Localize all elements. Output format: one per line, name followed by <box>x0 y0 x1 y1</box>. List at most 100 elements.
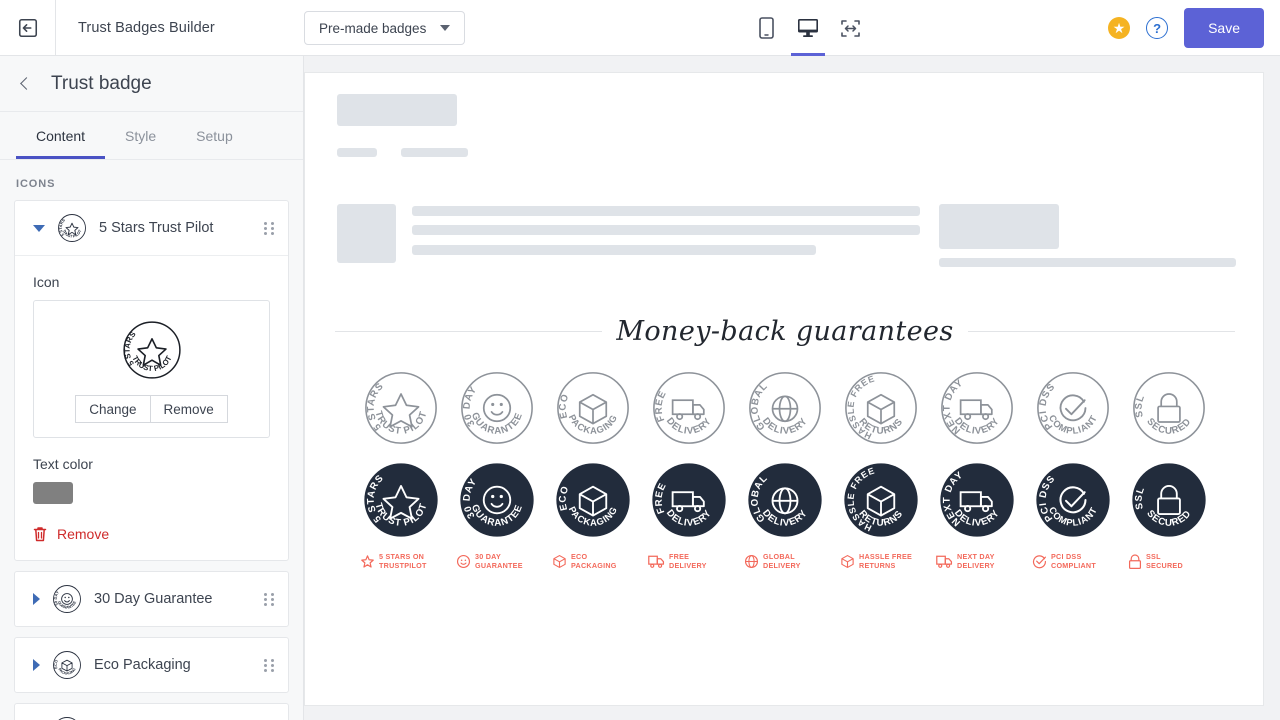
device-fullscreen-button[interactable] <box>836 0 864 56</box>
premade-badges-dropdown[interactable]: Pre-made badges <box>304 11 466 45</box>
sidebar-item-5-stars-trust-pilot[interactable]: 5 STARS TRUST PILOT 5 Stars Trust Pilot <box>15 201 288 255</box>
device-preview-switcher <box>752 0 864 56</box>
tab-style[interactable]: Style <box>105 112 176 159</box>
badge-check-outline[interactable]: PCI DSS COMPLIANT <box>1032 369 1114 447</box>
chevron-right-icon[interactable] <box>33 593 40 605</box>
drag-handle-icon[interactable] <box>264 221 274 235</box>
remove-icon-button[interactable]: Remove <box>149 395 228 423</box>
svg-text:COMPLIANT: COMPLIANT <box>1047 413 1099 436</box>
app-title: Trust Badges Builder <box>78 19 215 36</box>
inline-badge-text: 5 STARS ON TRUSTPILOT <box>379 552 427 570</box>
badge-box-solid[interactable]: HASSLE FREE RETURNS <box>840 461 922 539</box>
sidebar-item-partial[interactable] <box>15 704 288 720</box>
badge-smiley-outline[interactable]: 30 DAY GUARANTEE <box>456 369 538 447</box>
skeleton-block <box>939 204 1059 249</box>
badge-lock-outline[interactable]: SSL SECURED <box>1128 369 1210 447</box>
skeleton-block <box>337 204 396 263</box>
list-item: 30 DAY GUARANTEE 30 Day Guarantee <box>14 571 289 627</box>
sidebar-item-30-day-guarantee[interactable]: 30 DAY GUARANTEE 30 Day Guarantee <box>15 572 288 626</box>
inline-badge-truck2[interactable]: NEXT DAY DELIVERY <box>936 552 1018 571</box>
inline-badge-lock[interactable]: SSL SECURED <box>1128 552 1210 571</box>
cube-badge-icon: ECO PACKAGING <box>53 651 81 679</box>
drag-handle-icon[interactable] <box>264 592 274 606</box>
inline-badge-truck[interactable]: FREE DELIVERY <box>648 552 730 571</box>
skeleton-line <box>412 225 920 235</box>
tab-setup[interactable]: Setup <box>176 112 253 159</box>
device-mobile-button[interactable] <box>752 0 780 56</box>
change-icon-button[interactable]: Change <box>75 395 150 423</box>
sidebar-tabs: Content Style Setup <box>0 112 303 160</box>
badge-globe-outline[interactable]: GLOBAL DELIVERY <box>744 369 826 447</box>
preview-canvas: Money-back guarantees 5 STARS TRUST PILO… <box>304 72 1264 706</box>
back-arrow-icon <box>18 18 37 37</box>
guarantee-title: Money-back guarantees <box>616 316 954 347</box>
inline-badge-stars[interactable]: 5 STARS ON TRUSTPILOT <box>360 552 442 571</box>
badge-truck-solid[interactable]: FREE DELIVERY <box>648 461 730 539</box>
desktop-icon <box>798 19 818 37</box>
inline-badge-text: NEXT DAY DELIVERY <box>957 552 995 570</box>
inline-badge-text: SSL SECURED <box>1146 552 1183 570</box>
inline-badge-box[interactable]: HASSLE FREE RETURNS <box>840 552 922 571</box>
badge-box-outline[interactable]: HASSLE FREE RETURNS <box>840 369 922 447</box>
list-item: ECO PACKAGING Eco Packaging <box>14 637 289 693</box>
badge-cube-outline[interactable]: ECO PACKAGING <box>552 369 634 447</box>
badge-row-solid: 5 STARS TRUST PILOT 30 DAY GUARANTEE ECO… <box>305 461 1265 539</box>
list-item <box>14 703 289 720</box>
badge-globe-solid[interactable]: GLOBAL DELIVERY <box>744 461 826 539</box>
text-color-swatch[interactable] <box>33 482 73 504</box>
save-button[interactable]: Save <box>1184 8 1264 48</box>
stars-badge-preview-icon: 5 STARS TRUST PILOT <box>122 321 181 379</box>
badge-cube-solid[interactable]: ECO PACKAGING <box>552 461 634 539</box>
truck-outline-icon <box>648 555 665 569</box>
section-label-icons: ICONS <box>16 178 56 190</box>
remove-item-link[interactable]: Remove <box>33 526 270 542</box>
skeleton-line <box>337 148 377 157</box>
badge-truck2-outline[interactable]: NEXT DAY DELIVERY <box>936 369 1018 447</box>
trash-icon <box>33 527 47 542</box>
divider-right <box>967 331 1236 332</box>
smiley-badge-icon: 30 DAY GUARANTEE <box>53 585 81 613</box>
skeleton-block <box>337 94 457 126</box>
svg-text:DELIVERY: DELIVERY <box>952 416 1002 437</box>
inline-badge-cube[interactable]: ECO PACKAGING <box>552 552 634 571</box>
truck-outline-icon <box>936 555 953 569</box>
badge-stars-outline[interactable]: 5 STARS TRUST PILOT <box>360 369 442 447</box>
skeleton-line <box>401 148 468 157</box>
inline-badge-smiley[interactable]: 30 DAY GUARANTEE <box>456 552 538 571</box>
badge-stars-solid[interactable]: 5 STARS TRUST PILOT <box>360 461 442 539</box>
smiley-outline-icon <box>456 555 471 569</box>
svg-text:TRUST PILOT: TRUST PILOT <box>372 410 429 437</box>
sidebar: Trust badge Content Style Setup ICONS 5 … <box>0 56 304 720</box>
inline-badge-globe[interactable]: GLOBAL DELIVERY <box>744 552 826 571</box>
sidebar-item-eco-packaging[interactable]: ECO PACKAGING Eco Packaging <box>15 638 288 692</box>
badge-truck2-solid[interactable]: NEXT DAY DELIVERY <box>936 461 1018 539</box>
badge-lock-solid[interactable]: SSL SECURED <box>1128 461 1210 539</box>
badge-truck-outline[interactable]: FREE DELIVERY <box>648 369 730 447</box>
back-chevron-icon[interactable] <box>20 77 33 90</box>
device-desktop-button[interactable] <box>791 0 825 56</box>
icon-preview-box: 5 STARS TRUST PILOT Change Remove <box>33 300 270 438</box>
badge-check-solid[interactable]: PCI DSS COMPLIANT <box>1032 461 1114 539</box>
help-icon[interactable]: ? <box>1146 17 1169 39</box>
chevron-down-icon[interactable] <box>33 224 45 232</box>
star-outline-icon <box>361 555 374 568</box>
star-icon[interactable]: ★ <box>1108 17 1131 39</box>
premade-badges-label: Pre-made badges <box>319 20 427 36</box>
check-circle-icon <box>1032 555 1047 569</box>
back-button[interactable] <box>0 0 56 56</box>
sidebar-item-label: 5 Stars Trust Pilot <box>99 220 214 236</box>
sidebar-item-label: 30 Day Guarantee <box>94 591 213 607</box>
drag-handle-icon[interactable] <box>264 658 274 672</box>
badge-smiley-solid[interactable]: 30 DAY GUARANTEE <box>456 461 538 539</box>
cube-outline-icon <box>553 555 566 569</box>
remove-item-label: Remove <box>57 526 110 542</box>
box-outline-icon <box>841 555 854 569</box>
fullscreen-icon <box>840 19 860 37</box>
icon-settings-body: Icon 5 STARS TRUST PILOT Change Remove T… <box>15 255 288 560</box>
badge-row-inline: 5 STARS ON TRUSTPILOT 30 DAY GUARANTEE E… <box>305 552 1265 571</box>
panel-header: Trust badge <box>0 56 303 112</box>
chevron-right-icon[interactable] <box>33 659 40 671</box>
inline-badge-check[interactable]: PCI DSS COMPLIANT <box>1032 552 1114 571</box>
tab-content[interactable]: Content <box>16 112 106 159</box>
text-color-label: Text color <box>33 456 93 472</box>
